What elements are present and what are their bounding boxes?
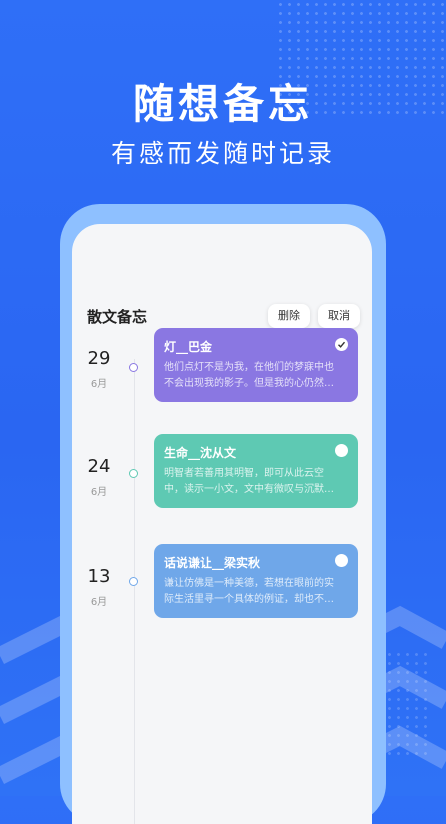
- page-title: 散文备忘: [87, 308, 148, 326]
- select-checkbox[interactable]: [335, 444, 348, 457]
- timeline-node: [129, 469, 138, 478]
- memo-title: 灯__巴金: [164, 340, 213, 354]
- memo-card[interactable]: 话说谦让__梁实秋 谦让仿佛是一种美德，若想在眼前的实际生活里寻一个具体的例证，…: [154, 544, 358, 618]
- cancel-button[interactable]: 取消: [318, 304, 360, 328]
- entry-date: 13 6月: [86, 566, 112, 608]
- entry-month: 6月: [90, 487, 108, 498]
- entry-month: 6月: [90, 597, 108, 608]
- memo-preview: 他们点灯不是为我，在他们的梦寐中也不会出现我的影子。但是我的心仍然…: [164, 362, 334, 389]
- memo-card[interactable]: 灯__巴金 他们点灯不是为我，在他们的梦寐中也不会出现我的影子。但是我的心仍然…: [154, 328, 358, 402]
- app-screen: 散文备忘 删除 取消 29 6月 灯__巴金 他们点灯不是为我，在他们的梦寐中也…: [72, 224, 372, 824]
- entry-day: 13: [87, 566, 111, 587]
- select-checkbox[interactable]: [335, 554, 348, 567]
- timeline-node: [129, 363, 138, 372]
- delete-button[interactable]: 删除: [268, 304, 310, 328]
- banner-subline: 有感而发随时记录: [110, 139, 335, 168]
- entry-date: 24 6月: [86, 456, 112, 498]
- banner-headline: 随想备忘: [133, 80, 313, 128]
- entry-date: 29 6月: [86, 348, 112, 390]
- phone-mockup: 散文备忘 删除 取消 29 6月 灯__巴金 他们点灯不是为我，在他们的梦寐中也…: [60, 204, 386, 824]
- entry-month: 6月: [90, 379, 108, 390]
- memo-title: 生命__沈从文: [164, 446, 237, 460]
- memo-preview: 明智者若善用其明智，即可从此云空中，读示一小文，文中有微叹与沉默…: [164, 468, 334, 495]
- select-checkbox[interactable]: [335, 338, 348, 351]
- entry-day: 24: [87, 456, 111, 477]
- memo-title: 话说谦让__梁实秋: [164, 556, 261, 570]
- entry-day: 29: [87, 348, 111, 369]
- memo-card[interactable]: 生命__沈从文 明智者若善用其明智，即可从此云空中，读示一小文，文中有微叹与沉默…: [154, 434, 358, 508]
- timeline-node: [129, 577, 138, 586]
- checkmark-icon: [338, 341, 346, 348]
- timeline-line: [134, 359, 135, 824]
- memo-preview: 谦让仿佛是一种美德，若想在眼前的实际生活里寻一个具体的例证，却也不…: [164, 578, 334, 605]
